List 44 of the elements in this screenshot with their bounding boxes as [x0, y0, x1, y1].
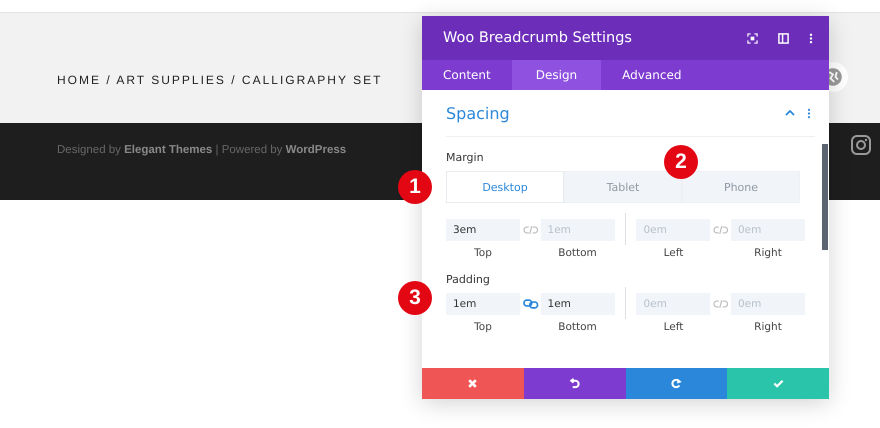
checkmark-icon: [772, 378, 784, 389]
unlinked-icon[interactable]: [523, 224, 539, 236]
footer-credits: Designed by Elegant Themes | Powered by WordPress: [57, 144, 346, 156]
unlinked-icon[interactable]: [713, 224, 729, 236]
input-field[interactable]: 0em: [731, 293, 805, 315]
input-field[interactable]: 3em: [446, 219, 520, 241]
callout-marker: 1: [398, 170, 432, 204]
input-field[interactable]: 1em: [540, 293, 615, 315]
undo-icon: [569, 378, 580, 389]
instagram-icon[interactable]: [849, 133, 873, 157]
device-tab[interactable]: Desktop: [446, 171, 564, 203]
more-icon[interactable]: [807, 108, 811, 118]
field-label: Right: [754, 247, 782, 259]
tab[interactable]: Content: [422, 60, 512, 90]
field-label: Bottom: [558, 247, 597, 259]
linked-icon[interactable]: [523, 298, 539, 310]
field-label: Right: [754, 321, 782, 333]
chevron-icon[interactable]: [785, 110, 795, 116]
section-title[interactable]: Spacing: [446, 104, 785, 122]
field-label: Bottom: [558, 321, 597, 333]
group-label: Padding: [446, 273, 490, 286]
input-field[interactable]: 1em: [540, 219, 615, 241]
input-field[interactable]: 0em: [731, 219, 805, 241]
callout-marker: 2: [664, 145, 698, 179]
field-label: Top: [474, 321, 492, 333]
input-field[interactable]: 0em: [636, 293, 710, 315]
input-field[interactable]: 0em: [636, 219, 710, 241]
group-label: Margin: [446, 151, 484, 164]
unlinked-icon[interactable]: [713, 298, 729, 310]
modal-title: Woo Breadcrumb Settings: [443, 30, 633, 46]
breadcrumb: HOME / ART SUPPLIES / CALLIGRAPHY SET: [57, 73, 382, 87]
scrollbar[interactable]: [822, 144, 828, 250]
tab[interactable]: Design: [512, 60, 602, 90]
sidebar-icon[interactable]: [778, 32, 789, 44]
close-icon: [467, 378, 478, 389]
field-label: Top: [474, 247, 492, 259]
tab[interactable]: Advanced: [601, 60, 702, 90]
input-field[interactable]: 1em: [446, 293, 520, 315]
more-icon[interactable]: [809, 32, 813, 44]
field-label: Left: [664, 247, 684, 259]
callout-marker: 3: [398, 281, 432, 315]
redo-icon: [670, 378, 682, 389]
fullscreen-icon[interactable]: [747, 32, 758, 44]
field-label: Left: [664, 321, 684, 333]
